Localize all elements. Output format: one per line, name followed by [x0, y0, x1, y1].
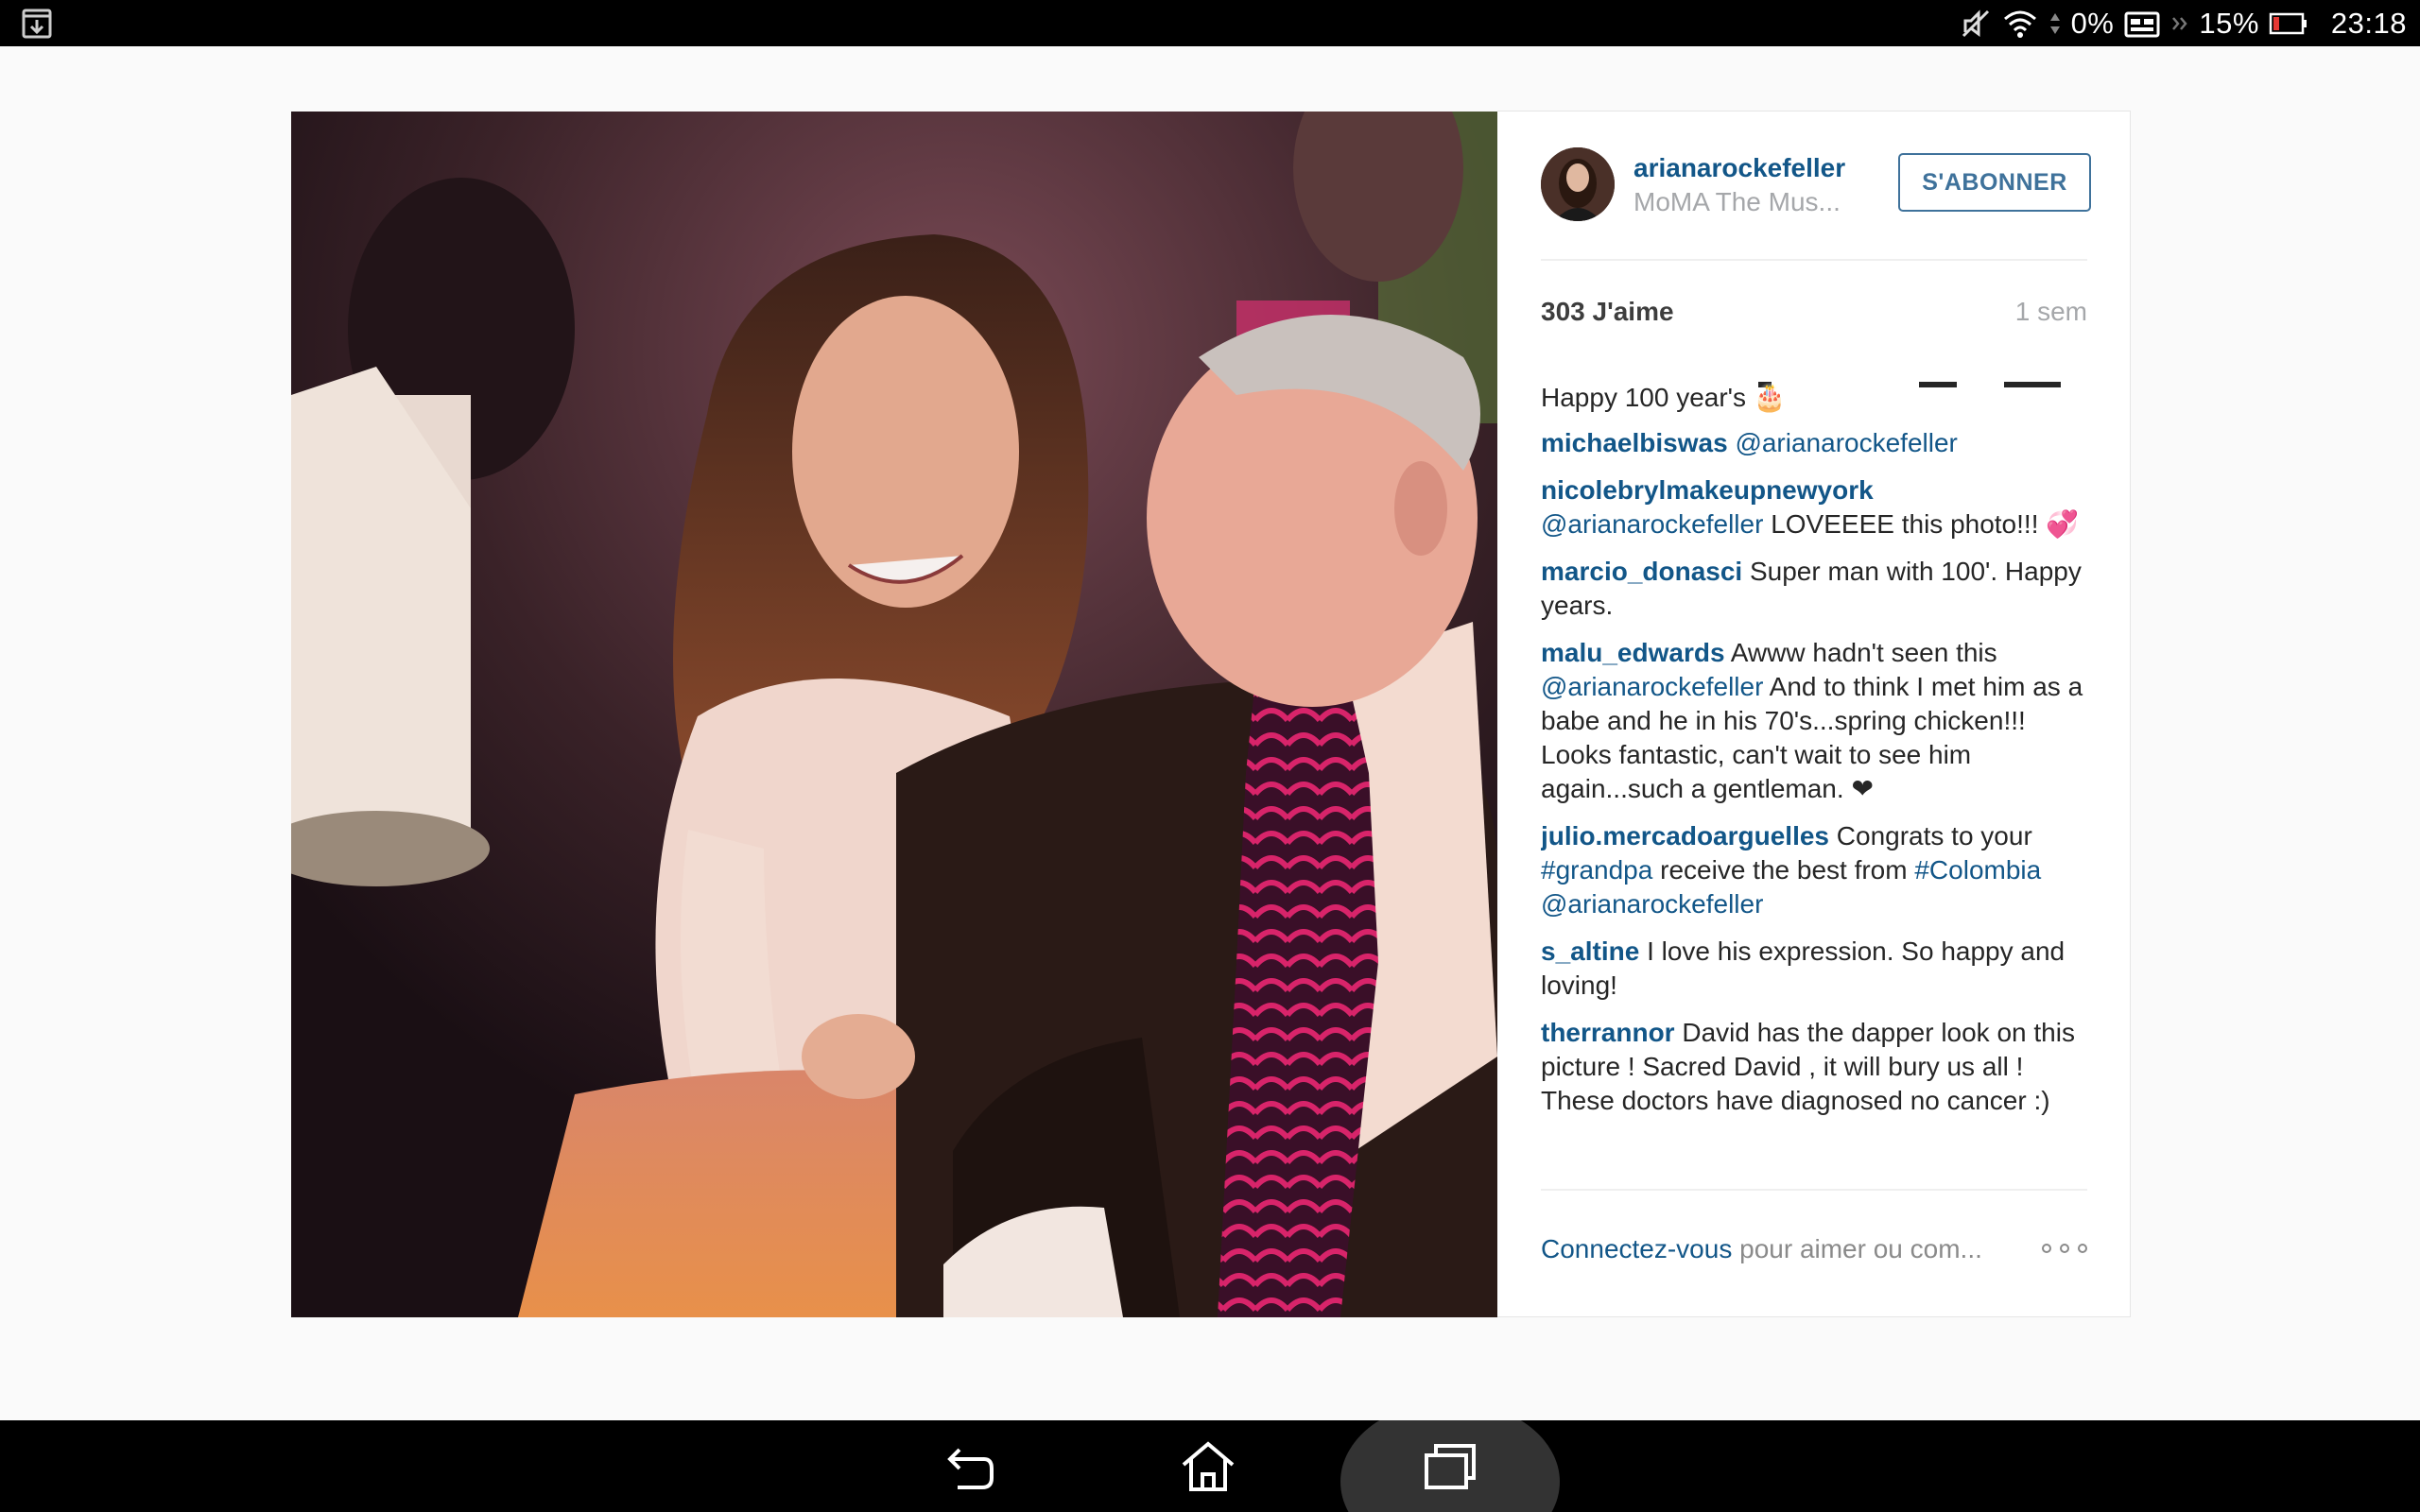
cpu-label: 0%	[2070, 6, 2115, 40]
post-footer: Connectez-vous pour aimer ou com...	[1541, 1189, 2087, 1289]
comment-mention[interactable]: #Colombia	[1914, 855, 2041, 885]
cpu-usage-icon	[2123, 8, 2161, 40]
login-prompt-rest: pour aimer ou com...	[1732, 1234, 1982, 1263]
comment-mention[interactable]: #grandpa	[1541, 855, 1652, 885]
more-options-icon[interactable]	[2042, 1234, 2087, 1263]
caption-text: Happy 100 year's 🎂	[1541, 383, 1787, 412]
comment-mention[interactable]: @arianarockefeller	[1541, 889, 1763, 919]
more-options-dot-1	[2042, 1244, 2051, 1253]
comment-mention[interactable]: @arianarockefeller	[1735, 428, 1957, 457]
recents-icon[interactable]	[1379, 1420, 1521, 1512]
likes-count[interactable]: 303 J'aime	[1541, 297, 1674, 327]
comment-item: nicolebrylmakeupnewyork @arianarockefell…	[1541, 473, 2087, 541]
comment-item: michaelbiswas @arianarockefeller	[1541, 426, 2087, 460]
comment-item: s_altine I love his expression. So happy…	[1541, 935, 2087, 1003]
comment-username[interactable]: nicolebrylmakeupnewyork	[1541, 475, 1874, 505]
clock: 23:18	[2330, 6, 2407, 40]
data-arrows-icon	[2048, 8, 2062, 40]
more-options-dot-2	[2060, 1244, 2069, 1253]
back-icon[interactable]	[896, 1420, 1038, 1512]
comment-items: michaelbiswas @arianarockefeller nicolebr…	[1541, 426, 2087, 1118]
comment-item: therrannor David has the dapper look on …	[1541, 1016, 2087, 1118]
status-bar: 0% 15% 23:18	[0, 0, 2420, 46]
battery-icon	[2269, 8, 2308, 40]
comment-mention[interactable]: @arianarockefeller	[1541, 672, 1763, 701]
comment-text: Congrats to your	[1836, 821, 2032, 850]
comments-list[interactable]: Happy 100 year's 🎂 michaelbiswas @ariana…	[1541, 362, 2087, 1269]
more-options-dot-3	[2078, 1244, 2087, 1253]
navigation-bar	[0, 1420, 2420, 1512]
comment-text: receive the best from	[1652, 855, 1915, 885]
post-photo[interactable]	[291, 112, 1497, 1317]
login-prompt: Connectez-vous pour aimer ou com...	[1541, 1234, 1982, 1264]
comment-username[interactable]: marcio_donasci	[1541, 557, 1742, 586]
login-link[interactable]: Connectez-vous	[1541, 1234, 1732, 1263]
comment-username[interactable]: s_altine	[1541, 936, 1639, 966]
battery-label: 15%	[2199, 6, 2259, 40]
post-location[interactable]: MoMA The Mus...	[1634, 187, 1853, 217]
likes-row: 303 J'aime 1 sem	[1541, 297, 2087, 335]
mute-icon	[1960, 8, 1992, 40]
avatar[interactable]	[1541, 147, 1615, 221]
download-notification-icon[interactable]	[21, 8, 53, 40]
comment-mention[interactable]: @arianarockefeller	[1541, 509, 1763, 539]
home-icon[interactable]	[1137, 1420, 1279, 1512]
overflow-icon	[2170, 8, 2189, 40]
post-time[interactable]: 1 sem	[2015, 297, 2087, 327]
post-header: arianarockefeller MoMA The Mus... S'ABON…	[1541, 147, 2091, 261]
comment-username[interactable]: julio.mercadoarguelles	[1541, 821, 1829, 850]
comment-text: LOVEEEE this photo!!! 💞	[1763, 509, 2080, 539]
comment-item: malu_edwards Awww hadn't seen this @aria…	[1541, 636, 2087, 806]
post-info-panel: arianarockefeller MoMA The Mus... S'ABON…	[1497, 111, 2131, 1317]
caption-tail: Happy 100 year's 🎂	[1541, 375, 2087, 413]
follow-button[interactable]: S'ABONNER	[1898, 153, 2091, 212]
post-username[interactable]: arianarockefeller	[1634, 153, 1845, 183]
comment-item: marcio_donasci Super man with 100'. Happ…	[1541, 555, 2087, 623]
comment-text: Awww hadn't seen this	[1730, 638, 1997, 667]
comment-username[interactable]: michaelbiswas	[1541, 428, 1728, 457]
comment-username[interactable]: therrannor	[1541, 1018, 1675, 1047]
comment-item: julio.mercadoarguelles Congrats to your …	[1541, 819, 2087, 921]
comment-username[interactable]: malu_edwards	[1541, 638, 1725, 667]
wifi-icon	[2001, 8, 2039, 40]
